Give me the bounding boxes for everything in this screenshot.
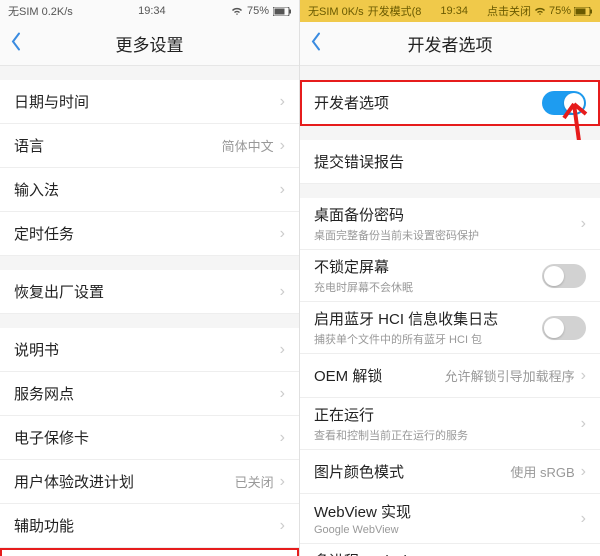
battery-icon bbox=[273, 5, 291, 17]
wifi-icon bbox=[231, 5, 243, 17]
page-title: 开发者选项 bbox=[408, 31, 493, 56]
status-time: 19:34 bbox=[440, 5, 468, 17]
row-backup-password[interactable]: 桌面备份密码桌面完整备份当前未设置密码保护 › bbox=[300, 198, 600, 250]
row-oem-unlock[interactable]: OEM 解锁 允许解锁引导加载程序› bbox=[300, 354, 600, 398]
chevron-right-icon: › bbox=[581, 510, 586, 528]
chevron-right-icon: › bbox=[581, 463, 586, 481]
title-bar: 开发者选项 bbox=[300, 22, 600, 66]
dev-mode-chip: 开发模式(8 bbox=[368, 3, 422, 19]
chevron-right-icon: › bbox=[280, 283, 285, 301]
back-button[interactable] bbox=[10, 31, 22, 56]
chevron-right-icon: › bbox=[280, 429, 285, 447]
row-ux-improve[interactable]: 用户体验改进计划 已关闭› bbox=[0, 460, 299, 504]
row-developer-options[interactable]: 开发者选项 › bbox=[0, 548, 299, 556]
title-bar: 更多设置 bbox=[0, 22, 299, 66]
chevron-right-icon: › bbox=[280, 517, 285, 535]
row-webview-impl[interactable]: WebView 实现Google WebView › bbox=[300, 494, 600, 544]
battery-text: 75% bbox=[247, 5, 269, 17]
dev-options-list: 开发者选项 提交错误报告 桌面备份密码桌面完整备份当前未设置密码保护 › 不锁定… bbox=[300, 66, 600, 556]
row-warranty[interactable]: 电子保修卡 › bbox=[0, 416, 299, 460]
chevron-right-icon: › bbox=[280, 473, 285, 491]
status-bar-dev: 无SIM 0K/s 开发模式(8 19:34 点击关闭 75% bbox=[300, 0, 600, 22]
toggle-bt-hci[interactable] bbox=[542, 316, 586, 340]
row-bt-hci-log[interactable]: 启用蓝牙 HCI 信息收集日志捕获单个文件中的所有蓝牙 HCI 包 bbox=[300, 302, 600, 354]
row-bug-report[interactable]: 提交错误报告 bbox=[300, 140, 600, 184]
battery-text: 75% bbox=[549, 5, 571, 17]
settings-more-panel: 无SIM 0.2K/s 19:34 75% 更多设置 日期与时间 › 语言 简体… bbox=[0, 0, 300, 556]
chevron-right-icon: › bbox=[581, 367, 586, 385]
row-dev-toggle[interactable]: 开发者选项 bbox=[300, 80, 600, 126]
row-date-time[interactable]: 日期与时间 › bbox=[0, 80, 299, 124]
row-factory-reset[interactable]: 恢复出厂设置 › bbox=[0, 270, 299, 314]
settings-list: 日期与时间 › 语言 简体中文› 输入法 › 定时任务 › 恢复出厂设置 › 说… bbox=[0, 66, 299, 556]
row-accessibility[interactable]: 辅助功能 › bbox=[0, 504, 299, 548]
back-button[interactable] bbox=[310, 31, 322, 56]
chevron-right-icon: › bbox=[280, 93, 285, 111]
close-hint: 点击关闭 bbox=[487, 3, 531, 19]
row-service-point[interactable]: 服务网点 › bbox=[0, 372, 299, 416]
toggle-dev-options[interactable] bbox=[542, 91, 586, 115]
sim-status: 无SIM 0.2K/s bbox=[8, 3, 73, 19]
chevron-right-icon: › bbox=[280, 225, 285, 243]
chevron-right-icon: › bbox=[280, 341, 285, 359]
row-language[interactable]: 语言 简体中文› bbox=[0, 124, 299, 168]
row-ime[interactable]: 输入法 › bbox=[0, 168, 299, 212]
chevron-right-icon: › bbox=[581, 215, 586, 233]
status-time: 19:34 bbox=[138, 5, 166, 17]
chevron-right-icon: › bbox=[280, 181, 285, 199]
row-scheduled-tasks[interactable]: 定时任务 › bbox=[0, 212, 299, 256]
wifi-icon bbox=[534, 5, 546, 17]
row-color-mode[interactable]: 图片颜色模式 使用 sRGB› bbox=[300, 450, 600, 494]
developer-options-panel: 无SIM 0K/s 开发模式(8 19:34 点击关闭 75% 开发者选项 开发… bbox=[300, 0, 600, 556]
chevron-right-icon: › bbox=[280, 385, 285, 403]
toggle-stay-awake[interactable] bbox=[542, 264, 586, 288]
row-multiproc-webview[interactable]: 多进程 WebView单独运行 WebView 渲染程序 bbox=[300, 544, 600, 556]
status-bar: 无SIM 0.2K/s 19:34 75% bbox=[0, 0, 299, 22]
row-running-services[interactable]: 正在运行查看和控制当前正在运行的服务 › bbox=[300, 398, 600, 450]
page-title: 更多设置 bbox=[116, 31, 184, 56]
battery-icon bbox=[574, 5, 592, 17]
chevron-right-icon: › bbox=[581, 415, 586, 433]
row-stay-awake[interactable]: 不锁定屏幕充电时屏幕不会休眠 bbox=[300, 250, 600, 302]
chevron-right-icon: › bbox=[280, 137, 285, 155]
sim-status: 无SIM 0K/s bbox=[308, 3, 364, 19]
row-manual[interactable]: 说明书 › bbox=[0, 328, 299, 372]
